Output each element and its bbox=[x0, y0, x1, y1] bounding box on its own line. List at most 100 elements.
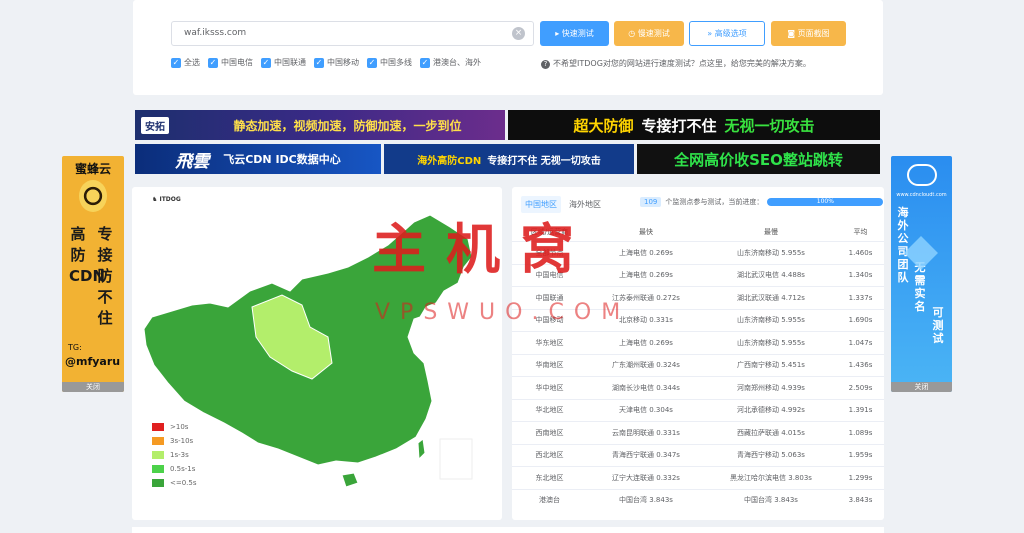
table-cell: 全部节点 bbox=[535, 248, 564, 257]
checkbox-unicom[interactable]: ✓ 中国联通 bbox=[261, 57, 306, 68]
check-icon: ✓ bbox=[171, 57, 181, 68]
table-cell: 黑龙江哈尔滨电信 3.803s bbox=[730, 473, 812, 482]
ad-text: 静态加速，视频加速，防御加速，一步到位 bbox=[233, 118, 462, 133]
opt-out-link[interactable]: ? 不希望ITDOG对您的网站进行速度测试？点这里，给您完美的解决方案。 bbox=[541, 58, 811, 69]
table-row: 华中地区 湖南长沙电信 0.344s 河南郑州移动 4.939s 2.509s bbox=[512, 376, 884, 399]
side-ad-right[interactable]: www.cdncloudt.com 海外公司团队 无需实名 可测试 关闭 bbox=[891, 156, 952, 392]
ad-text: 全网高价收SEO整站跳转 bbox=[674, 150, 843, 169]
column-header[interactable]: 最快 bbox=[587, 227, 705, 237]
table-row: 西南地区 云南昆明联通 0.331s 西藏拉萨联通 4.015s 1.089s bbox=[512, 421, 884, 444]
table-cell: 中国台湾 3.843s bbox=[744, 496, 798, 505]
check-icon: ✓ bbox=[420, 57, 430, 68]
table-header: 区域/运营商 最快 最慢 平均 bbox=[512, 223, 884, 241]
side-ad-domain: www.cdncloudt.com bbox=[896, 192, 947, 198]
map-legend: >10s 3s-10s 1s-3s 0.5s-1s <=0.5s bbox=[152, 420, 197, 490]
clear-icon[interactable]: × bbox=[512, 27, 525, 40]
column-header[interactable]: 最慢 bbox=[705, 227, 837, 237]
close-ad-button[interactable]: 关闭 bbox=[62, 382, 124, 392]
ad-banner-anto[interactable]: 安拓 静态加速，视频加速，防御加速，一步到位 bbox=[135, 110, 505, 140]
table-cell: 上海电信 0.269s bbox=[619, 338, 673, 347]
table-row: 中国联通 江苏泰州联通 0.272s 湖北武汉联通 4.712s 1.337s bbox=[512, 286, 884, 309]
cloud-icon bbox=[907, 164, 937, 186]
china-map-hainan-region[interactable] bbox=[341, 472, 359, 488]
south-sea-inset bbox=[439, 438, 473, 480]
region-tabs: 中国地区 海外地区 bbox=[521, 196, 605, 213]
progress-info: 109 个监测点参与测试，当前进度： 100% bbox=[640, 197, 884, 207]
table-cell: 1.391s bbox=[848, 406, 873, 415]
table-cell: 广东潮州联通 0.324s bbox=[612, 361, 680, 370]
table-cell: 东北地区 bbox=[535, 473, 564, 482]
tab-china[interactable]: 中国地区 bbox=[521, 196, 561, 213]
chevron-down-icon: » bbox=[707, 29, 715, 38]
table-cell: 江苏泰州联通 0.272s bbox=[612, 293, 680, 302]
table-cell: 湖南长沙电信 0.344s bbox=[612, 383, 680, 392]
legend-item: 3s-10s bbox=[152, 434, 197, 448]
advanced-options-button[interactable]: » 高级选项 bbox=[689, 21, 765, 46]
bee-icon bbox=[79, 180, 107, 212]
table-row: 港澳台 中国台湾 3.843s 中国台湾 3.843s 3.843s bbox=[512, 488, 884, 512]
table-cell: 北京移动 0.331s bbox=[619, 316, 673, 325]
table-cell: 河北承德移动 4.992s bbox=[737, 406, 805, 415]
table-row: 中国电信 上海电信 0.269s 湖北武汉电信 4.488s 1.340s bbox=[512, 263, 884, 287]
clock-icon: ◷ bbox=[628, 29, 638, 38]
progress-label: 个监测点参与测试，当前进度： bbox=[665, 198, 764, 206]
table-cell: 山东济南移动 5.955s bbox=[737, 338, 805, 347]
screenshot-button[interactable]: ◙ 页面截图 bbox=[771, 21, 846, 46]
isp-checkboxes: ✓ 全选 ✓ 中国电信 ✓ 中国联通 ✓ 中国移动 ✓ 中国多线 ✓ 港澳台、海外 bbox=[171, 57, 481, 68]
close-ad-button[interactable]: 关闭 bbox=[891, 382, 952, 392]
table-cell: 1.690s bbox=[848, 316, 873, 325]
checkbox-telecom[interactable]: ✓ 中国电信 bbox=[208, 57, 253, 68]
table-cell: 1.047s bbox=[848, 338, 873, 347]
ad-text: 海外高防CDN bbox=[417, 155, 482, 167]
progress-bar: 100% bbox=[767, 198, 884, 206]
table-cell: 青海西宁联通 0.347s bbox=[612, 451, 680, 460]
table-row: 华东地区 上海电信 0.269s 山东济南移动 5.955s 1.047s bbox=[512, 331, 884, 354]
table-row: 华北地区 天津电信 0.304s 河北承德移动 4.992s 1.391s bbox=[512, 398, 884, 422]
ad-banner-feiyun[interactable]: 飛雲 飞云CDN IDC数据中心 bbox=[135, 144, 381, 174]
ad-logo: 安拓 bbox=[141, 117, 169, 134]
ad-text: 无视一切攻击 bbox=[724, 116, 815, 135]
speed-map-panel: ♞ ITDOG >10s 3s-10s 1s-3s 0.5s-1s <=0.5s bbox=[132, 187, 502, 520]
check-icon: ✓ bbox=[367, 57, 377, 68]
tab-overseas[interactable]: 海外地区 bbox=[565, 196, 605, 213]
slow-test-button[interactable]: ◷ 慢速测试 bbox=[614, 21, 684, 46]
bottom-panel bbox=[132, 527, 884, 533]
table-cell: 港澳台 bbox=[539, 496, 560, 505]
checkbox-mobile[interactable]: ✓ 中国移动 bbox=[314, 57, 359, 68]
check-icon: ✓ bbox=[261, 57, 271, 68]
node-count-badge: 109 bbox=[640, 197, 662, 207]
ad-banner-defense[interactable]: 超大防御 专接打不住 无视一切攻击 bbox=[508, 110, 880, 140]
table-cell: 广西南宁移动 5.451s bbox=[737, 361, 805, 370]
table-cell: 华南地区 bbox=[535, 361, 564, 370]
table-cell: 西北地区 bbox=[535, 451, 564, 460]
column-header[interactable]: 平均 bbox=[837, 227, 884, 237]
table-row: 中国移动 北京移动 0.331s 山东济南移动 5.955s 1.690s bbox=[512, 308, 884, 332]
checkbox-overseas[interactable]: ✓ 港澳台、海外 bbox=[420, 57, 481, 68]
table-cell: 山东济南移动 5.955s bbox=[737, 248, 805, 257]
table-cell: 中国电信 bbox=[535, 271, 564, 280]
table-cell: 1.959s bbox=[848, 451, 873, 460]
ad-banner-overseas-cdn[interactable]: 海外高防CDN 专接打不住 无视一切攻击 bbox=[384, 144, 634, 174]
side-ad-column: 高防CDN bbox=[69, 225, 106, 285]
table-cell: 上海电信 0.269s bbox=[619, 271, 673, 280]
legend-item: >10s bbox=[152, 420, 197, 434]
legend-item: 1s-3s bbox=[152, 448, 197, 462]
table-cell: 华北地区 bbox=[535, 406, 564, 415]
side-ad-left[interactable]: 蜜蜂云 高防CDN 专接防不住 TG: @mfyaru 关闭 bbox=[62, 156, 124, 392]
table-cell: 中国移动 bbox=[535, 316, 564, 325]
ad-text: 飞云CDN IDC数据中心 bbox=[223, 153, 341, 166]
url-input[interactable]: waf.iksss.com × bbox=[171, 21, 534, 46]
fast-test-button[interactable]: ▸ 快速测试 bbox=[540, 21, 609, 46]
china-map-taiwan-region[interactable] bbox=[417, 438, 426, 461]
side-ad-handle: @mfyaru bbox=[65, 355, 121, 368]
side-ad-title: 蜜蜂云 bbox=[74, 162, 111, 176]
column-header[interactable]: 区域/运营商 bbox=[512, 227, 587, 237]
ad-text: 专接打不住 bbox=[641, 116, 717, 135]
table-cell: 3.843s bbox=[848, 496, 873, 505]
checkbox-all[interactable]: ✓ 全选 bbox=[171, 57, 200, 68]
ad-banner-seo[interactable]: 全网高价收SEO整站跳转 bbox=[637, 144, 880, 174]
check-icon: ✓ bbox=[208, 57, 218, 68]
legend-swatch bbox=[152, 423, 164, 431]
table-cell: 西藏拉萨联通 4.015s bbox=[737, 428, 805, 437]
checkbox-multiline[interactable]: ✓ 中国多线 bbox=[367, 57, 412, 68]
